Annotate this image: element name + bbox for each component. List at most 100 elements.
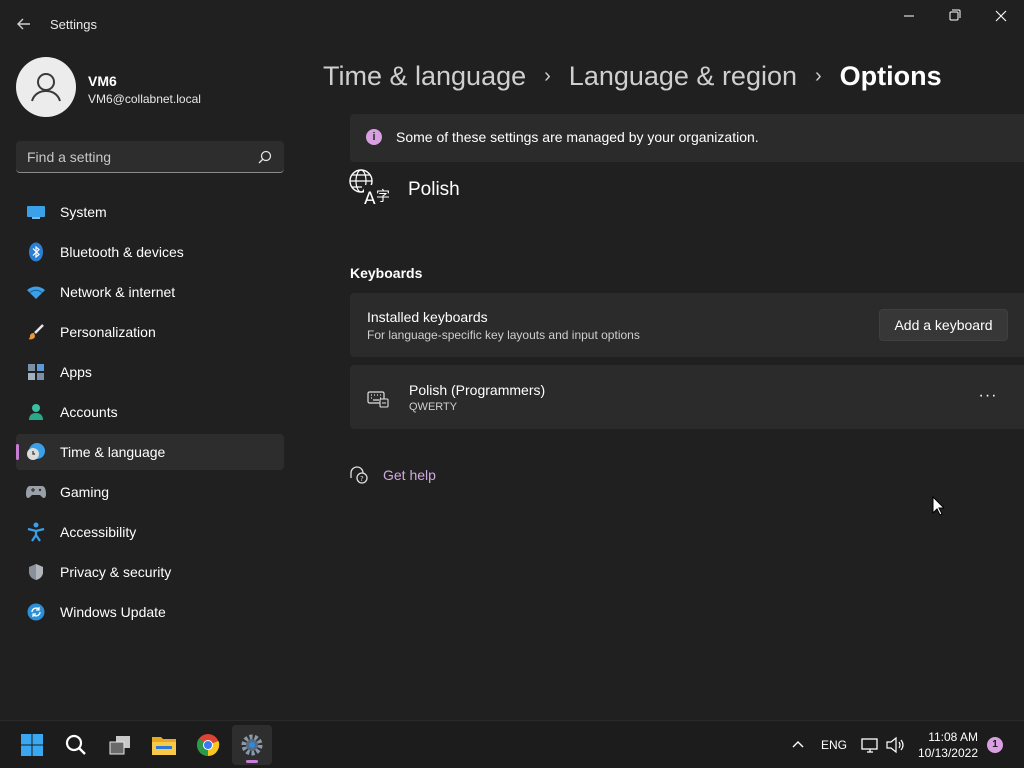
task-view-icon [109,736,130,755]
keyboard-list-item: Polish (Programmers) QWERTY ··· [350,365,1024,429]
apps-icon [26,362,46,382]
sidebar-item-label: Personalization [60,324,156,340]
user-name: VM6 [88,73,117,89]
sidebar-item-label: Bluetooth & devices [60,244,184,260]
system-icon [26,202,46,222]
sidebar-item-personalization[interactable]: Personalization [16,314,284,350]
title-bar: Settings [0,0,1024,48]
task-view-button[interactable] [100,725,140,765]
user-profile[interactable]: VM6 VM6@collabnet.local [16,57,286,117]
more-options-button[interactable]: ··· [972,381,1004,413]
sidebar-item-time-language[interactable]: Time & language [16,434,284,470]
bluetooth-icon [26,242,46,262]
svg-text:字: 字 [376,189,390,205]
language-icon: A 字 [349,169,390,208]
minimize-icon [904,15,914,17]
selection-indicator [16,444,19,460]
breadcrumb: Time & language › Language & region › Op… [323,56,942,96]
shield-icon [26,562,46,582]
search-icon [258,150,272,164]
breadcrumb-separator: › [544,64,551,87]
get-help[interactable]: ? Get help [349,464,436,486]
search-icon [65,734,86,755]
taskbar-search-button[interactable] [56,725,96,765]
svg-text:?: ? [360,475,364,483]
accounts-icon [26,402,46,422]
clock-time[interactable]: 11:08 AM [914,730,978,744]
sidebar-item-apps[interactable]: Apps [16,354,284,390]
chrome-button[interactable] [188,725,228,765]
chevron-up-icon[interactable] [788,735,808,755]
sidebar-item-bluetooth[interactable]: Bluetooth & devices [16,234,284,270]
keyboard-name: Polish (Programmers) [409,382,546,398]
clock-date[interactable]: 10/13/2022 [910,746,978,760]
user-email: VM6@collabnet.local [88,92,201,106]
sidebar-item-label: Network & internet [60,284,176,300]
keyboards-section-title: Keyboards [350,265,423,281]
user-icon [31,73,61,102]
brush-icon [26,322,46,342]
installed-keyboards-title: Installed keyboards [367,309,488,325]
file-explorer-button[interactable] [144,725,184,765]
settings-icon [241,734,263,756]
sidebar-item-label: Apps [60,364,92,380]
network-icon[interactable] [860,735,880,755]
sidebar-item-windows-update[interactable]: Windows Update [16,594,284,630]
sidebar-item-privacy[interactable]: Privacy & security [16,554,284,590]
sidebar-item-label: Accessibility [60,524,137,540]
mouse-cursor-icon [932,496,944,516]
file-explorer-icon [152,737,176,755]
breadcrumb-language-region[interactable]: Language & region [569,61,797,92]
search-placeholder: Find a setting [27,149,112,165]
back-button[interactable] [10,10,38,38]
breadcrumb-separator: › [815,64,822,87]
organization-banner: i Some of these settings are managed by … [350,114,1024,162]
organization-banner-text: Some of these settings are managed by yo… [396,129,759,145]
installed-keyboards-card: Installed keyboards For language-specifi… [350,293,1024,357]
search-input[interactable]: Find a setting [16,141,284,173]
volume-icon[interactable] [885,735,905,755]
arrow-left-icon [17,18,30,30]
sidebar-item-accounts[interactable]: Accounts [16,394,284,430]
language-title: Polish [408,179,460,200]
maximize-icon [949,9,961,21]
time-language-icon [26,442,46,462]
sidebar-item-gaming[interactable]: Gaming [16,474,284,510]
avatar [16,57,76,117]
input-language-indicator[interactable]: ENG [821,738,847,752]
sidebar-nav: System Bluetooth & devices Network & int… [16,194,284,634]
taskbar: ENG 11:08 AM 10/13/2022 1 [0,720,1024,768]
sidebar-item-label: Time & language [60,444,166,460]
sidebar-item-label: System [60,204,107,220]
settings-taskbar-button[interactable] [232,725,272,765]
sidebar-item-accessibility[interactable]: Accessibility [16,514,284,550]
keyboard-layout: QWERTY [409,401,458,413]
maximize-button[interactable] [932,0,978,32]
windows-start-icon [21,734,43,756]
keyboard-icon [367,391,389,408]
close-icon [995,10,1007,22]
sidebar-item-label: Privacy & security [60,564,172,580]
sidebar-item-system[interactable]: System [16,194,284,230]
accessibility-icon [26,522,46,542]
sidebar-item-label: Accounts [60,404,118,420]
add-keyboard-button[interactable]: Add a keyboard [879,309,1008,341]
sidebar-item-label: Gaming [60,484,110,500]
notification-badge[interactable]: 1 [987,737,1003,753]
sidebar-item-network[interactable]: Network & internet [16,274,284,310]
minimize-button[interactable] [886,0,932,32]
app-title: Settings [50,17,97,32]
info-icon: i [366,129,382,145]
wifi-icon [26,282,46,302]
chrome-icon [196,734,220,756]
close-button[interactable] [978,0,1024,32]
start-button[interactable] [12,725,52,765]
get-help-link[interactable]: Get help [383,467,436,483]
installed-keyboards-subtitle: For language-specific key layouts and in… [367,328,640,342]
gamepad-icon [26,482,46,502]
update-icon [26,602,46,622]
svg-text:A: A [364,189,376,208]
active-app-indicator [246,760,258,763]
page-title: Options [839,60,942,91]
breadcrumb-time-language[interactable]: Time & language [323,61,526,92]
